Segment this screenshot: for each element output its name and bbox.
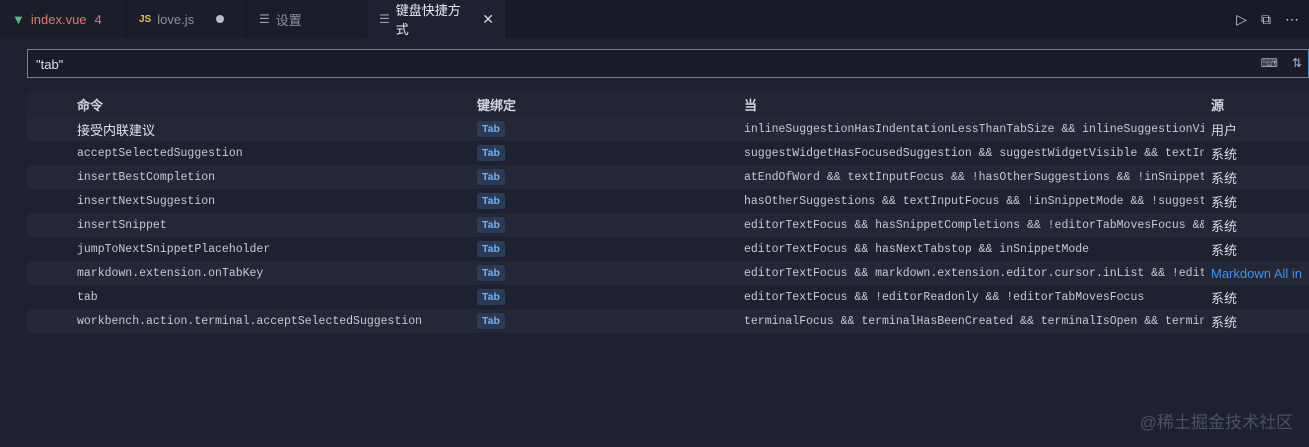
keycap: Tab — [477, 312, 505, 330]
table-row[interactable]: jumpToNextSnippetPlaceholder Tab editorTex… — [27, 237, 1309, 261]
table-row[interactable]: insertNextSuggestion Tab hasOtherSuggestio… — [27, 189, 1309, 213]
command-cell: tab — [77, 290, 98, 304]
settings-file-icon: ☰ — [259, 12, 270, 26]
when-cell: editorTextFocus && hasSnippetCompletions… — [744, 218, 1204, 232]
problem-count-badge: 4 — [94, 11, 102, 27]
tab-love-js[interactable]: JS love.js — [127, 0, 247, 38]
source-cell: 系统 — [1211, 314, 1238, 330]
keycap: Tab — [477, 144, 505, 162]
keybinding-cell: Tab — [477, 168, 737, 186]
open-json-icon[interactable]: ⧉ — [1261, 11, 1271, 28]
when-cell: editorTextFocus && markdown.extension.ed… — [744, 266, 1204, 280]
close-icon[interactable]: ✕ — [482, 11, 494, 28]
more-actions-icon[interactable]: ⋯ — [1285, 11, 1299, 28]
when-cell: terminalFocus && terminalHasBeenCreated … — [744, 314, 1204, 328]
source-cell: 用户 — [1211, 122, 1238, 138]
source-cell: 系统 — [1211, 146, 1238, 162]
table-header: 命令 键绑定 当 源 — [27, 91, 1309, 117]
keybinding-cell: Tab — [477, 264, 737, 282]
keybinding-cell: Tab — [477, 192, 737, 210]
command-cell: jumpToNextSnippetPlaceholder — [77, 242, 271, 256]
keycap: Tab — [477, 240, 505, 258]
keybinding-cell: Tab — [477, 216, 737, 234]
table-row[interactable]: insertSnippet Tab editorTextFocus && hasSn… — [27, 213, 1309, 237]
search-input[interactable] — [36, 55, 1136, 73]
header-when[interactable]: 当 — [744, 95, 1204, 114]
table-row[interactable]: tab Tab editorTextFocus && !editorReadonly… — [27, 285, 1309, 309]
keycap: Tab — [477, 288, 505, 306]
run-icon[interactable]: ▷ — [1236, 11, 1247, 28]
when-cell: inlineSuggestionHasIndentationLessThanTa… — [744, 122, 1204, 136]
command-cell: 接受内联建议 — [77, 122, 156, 138]
keycap: Tab — [477, 192, 505, 210]
js-icon: JS — [139, 13, 152, 25]
vue-icon: ▼ — [12, 11, 25, 27]
table-row[interactable]: insertBestCompletion Tab atEndOfWord && te… — [27, 165, 1309, 189]
sort-by-precedence-icon[interactable]: ⇅ — [1292, 56, 1302, 70]
tab-index-vue[interactable]: ▼ index.vue 4 — [0, 0, 127, 38]
keycap: Tab — [477, 216, 505, 234]
table-row[interactable]: acceptSelectedSuggestion Tab suggestWidget… — [27, 141, 1309, 165]
keybinding-cell: Tab — [477, 120, 737, 138]
command-cell: insertNextSuggestion — [77, 194, 216, 208]
tab-keyboard-shortcuts[interactable]: ☰ 键盘快捷方式 ✕ — [367, 0, 507, 38]
table-row[interactable]: 接受内联建议 Tab inlineSuggestionHasIndentationL… — [27, 117, 1309, 141]
command-cell: workbench.action.terminal.acceptSelected… — [77, 314, 423, 328]
search-tools: ⌨ ⇅ — [1261, 56, 1302, 70]
command-cell: markdown.extension.onTabKey — [77, 266, 264, 280]
when-cell: hasOtherSuggestions && textInputFocus &&… — [744, 194, 1204, 208]
tab-label: love.js — [157, 11, 195, 27]
source-cell: 系统 — [1211, 242, 1238, 258]
keybinding-cell: Tab — [477, 312, 737, 330]
keybinding-cell: Tab — [477, 240, 737, 258]
keycap: Tab — [477, 120, 505, 138]
header-command[interactable]: 命令 — [77, 95, 477, 114]
tab-label: 键盘快捷方式 — [395, 3, 461, 37]
source-cell: 系统 — [1211, 218, 1238, 234]
keycap: Tab — [477, 168, 505, 186]
source-cell: 系统 — [1211, 170, 1238, 186]
command-cell: acceptSelectedSuggestion — [77, 146, 243, 160]
tab-settings[interactable]: ☰ 设置 — [247, 0, 367, 38]
tab-label: index.vue — [30, 11, 87, 27]
watermark: @稀土掘金技术社区 — [1139, 413, 1293, 432]
keybinding-cell: Tab — [477, 144, 737, 162]
keybindings-search-box: ⌨ ⇅ — [27, 49, 1309, 78]
editor-actions: ▷ ⧉ ⋯ — [1236, 0, 1309, 38]
when-cell: editorTextFocus && hasNextTabstop && inS… — [744, 242, 1090, 256]
header-source[interactable]: 源 — [1211, 95, 1309, 114]
keybinding-cell: Tab — [477, 288, 737, 306]
when-cell: editorTextFocus && !editorReadonly && !e… — [744, 290, 1145, 304]
source-cell: 系统 — [1211, 290, 1238, 306]
keybindings-table: 命令 键绑定 当 源 接受内联建议 Tab inlineSuggestionHasI… — [27, 91, 1309, 333]
table-row[interactable]: markdown.extension.onTabKey Tab editorText… — [27, 261, 1309, 285]
command-cell: insertSnippet — [77, 218, 167, 232]
editor-tab-bar: ▼ index.vue 4 JS love.js ☰ 设置 ☰ 键盘快捷方式 ✕… — [0, 0, 1309, 38]
source-cell: 系统 — [1211, 194, 1238, 210]
when-cell: suggestWidgetHasFocusedSuggestion && sug… — [744, 146, 1204, 160]
unsaved-dot-icon[interactable] — [216, 15, 225, 23]
header-keybinding[interactable]: 键绑定 — [477, 95, 737, 114]
keycap: Tab — [477, 264, 505, 282]
record-keys-icon[interactable]: ⌨ — [1261, 56, 1278, 70]
source-cell[interactable]: Markdown All in — [1211, 266, 1309, 281]
when-cell: atEndOfWord && textInputFocus && !hasOth… — [744, 170, 1204, 184]
tab-label: 设置 — [275, 12, 302, 28]
table-row[interactable]: workbench.action.terminal.acceptSelected… — [27, 309, 1309, 333]
table-body: 接受内联建议 Tab inlineSuggestionHasIndentationL… — [27, 117, 1309, 333]
settings-file-icon: ☰ — [379, 12, 390, 26]
command-cell: insertBestCompletion — [77, 170, 216, 184]
